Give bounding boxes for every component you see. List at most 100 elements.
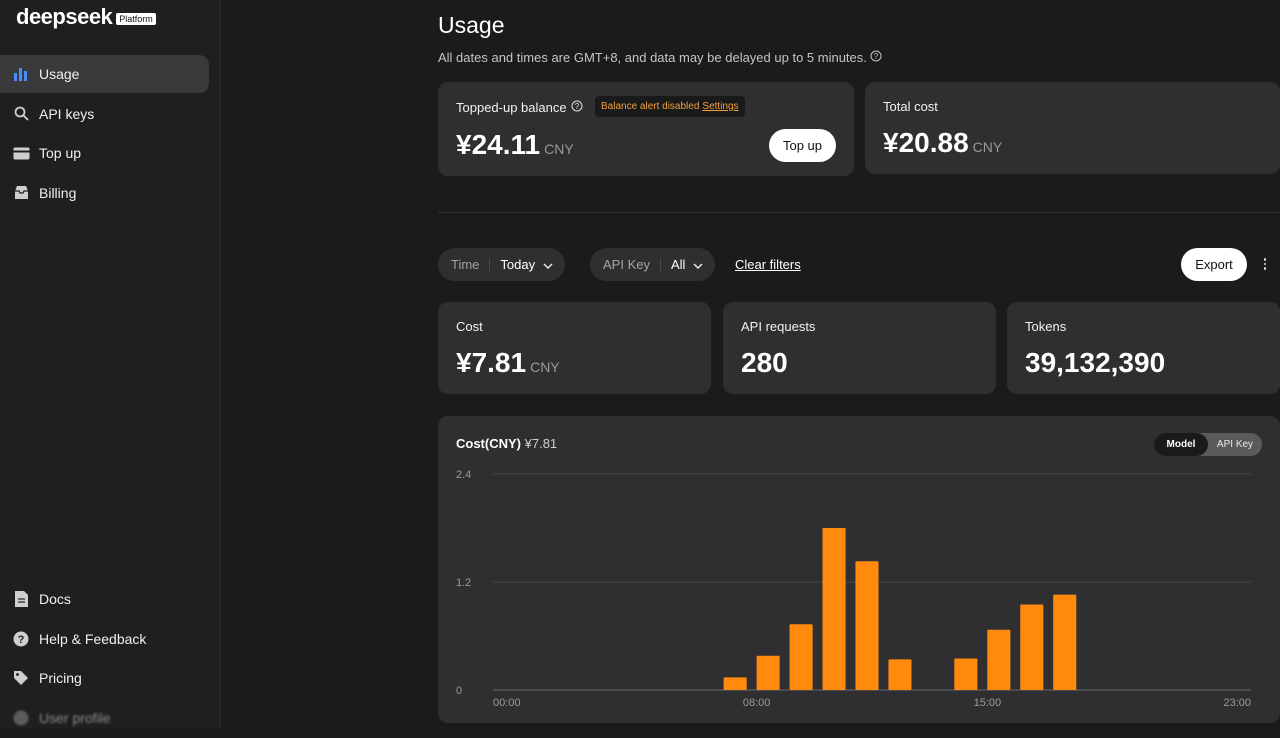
cost-stat-value: ¥7.81 CNY (456, 347, 560, 379)
sidebar-item-docs[interactable]: Docs (0, 580, 209, 618)
total-cost-label: Total cost (883, 99, 938, 114)
sidebar-item-label: Docs (39, 591, 71, 607)
cost-stat-unit: CNY (530, 359, 560, 375)
api-key-filter-value: All (670, 257, 686, 272)
search-icon (12, 105, 30, 123)
help-circle-icon[interactable]: ? (571, 100, 583, 115)
balance-unit: CNY (544, 141, 574, 157)
chart-group-toggle: Model API Key (1154, 433, 1262, 456)
total-cost-card: Total cost ¥20.88 CNY (865, 82, 1280, 174)
balance-alert-badge: Balance alert disabled Settings (595, 96, 745, 117)
requests-stat-label: API requests (741, 319, 816, 334)
page-title: Usage (438, 12, 505, 38)
sidebar-item-top-up[interactable]: Top up (0, 134, 209, 172)
tag-icon (12, 669, 30, 687)
avatar-icon (12, 709, 30, 727)
cost-bar-chart: 0 1.2 2.4 00:00 08:00 15:00 23:00 (456, 469, 1251, 709)
chart-bar (822, 528, 846, 690)
x-tick-label: 23:00 (1223, 697, 1251, 709)
inbox-icon (12, 184, 30, 202)
credit-card-icon (12, 144, 30, 162)
filter-separator (659, 258, 661, 271)
balance-amount: ¥24.11 (456, 129, 541, 160)
chart-bar (987, 629, 1011, 690)
sidebar-item-label: Billing (39, 184, 77, 201)
chart-bar (954, 658, 978, 690)
svg-text:?: ? (874, 52, 879, 61)
svg-text:?: ? (18, 634, 25, 646)
cost-stat-label: Cost (456, 319, 483, 334)
section-divider (438, 212, 1280, 213)
api-key-filter-label: API Key (603, 257, 650, 272)
clear-filters-link[interactable]: Clear filters (735, 257, 801, 272)
sidebar-item-label: Top up (39, 145, 82, 161)
sidebar-item-billing[interactable]: Billing (0, 174, 209, 212)
sidebar-item-profile[interactable]: User profile (0, 699, 209, 737)
sidebar-item-label: Pricing (39, 670, 82, 686)
balance-card: Topped-up balance ? Balance alert disabl… (438, 82, 854, 176)
help-icon: ? (12, 630, 30, 648)
sidebar-item-label: User profile (39, 709, 111, 726)
tokens-stat-value: 39,132,390 (1025, 347, 1166, 378)
time-filter-label: Time (451, 257, 480, 272)
tokens-stat-card: Tokens 39,132,390 (1007, 302, 1280, 394)
sidebar: deepseek Platform Usage API keys Top up (0, 0, 221, 729)
filter-separator (489, 258, 491, 271)
chart-bar (756, 655, 780, 690)
export-button[interactable]: Export (1181, 248, 1247, 281)
sidebar-item-pricing[interactable]: Pricing (0, 659, 209, 697)
toggle-model[interactable]: Model (1154, 433, 1208, 456)
api-key-filter[interactable]: API Key All (590, 248, 716, 281)
sidebar-nav: Usage API keys Top up Billing (0, 55, 221, 213)
balance-value: ¥24.11 CNY (456, 129, 574, 161)
chart-bar (723, 677, 747, 690)
chart-bar (1020, 604, 1044, 690)
total-cost-unit: CNY (972, 139, 1003, 155)
sidebar-bottom-nav: Docs ? Help & Feedback Pricing User prof… (0, 580, 221, 738)
cost-stat-amount: ¥7.81 (456, 347, 527, 378)
x-tick-label: 15:00 (974, 697, 1002, 709)
page-subtitle: All dates and times are GMT+8, and data … (438, 50, 882, 65)
alert-settings-link[interactable]: Settings (702, 101, 738, 112)
top-up-button[interactable]: Top up (769, 129, 836, 162)
subtitle-text: All dates and times are GMT+8, and data … (438, 50, 867, 65)
sidebar-item-usage[interactable]: Usage (0, 55, 209, 93)
toggle-api-key[interactable]: API Key (1208, 433, 1262, 456)
requests-stat-card: API requests 280 (723, 302, 996, 394)
chevron-down-icon (543, 257, 553, 272)
sidebar-item-help[interactable]: ? Help & Feedback (0, 620, 209, 658)
alert-text: Balance alert disabled (601, 101, 700, 112)
y-tick-label: 1.2 (456, 577, 471, 589)
balance-label: Topped-up balance ? (456, 100, 583, 115)
logo-wordmark: deepseek (16, 4, 113, 29)
tokens-stat-label: Tokens (1025, 319, 1067, 334)
requests-stat-value: 280 (741, 347, 788, 378)
svg-text:?: ? (574, 102, 579, 111)
chart-bar (888, 659, 912, 690)
total-cost-amount: ¥20.88 (883, 127, 969, 158)
time-filter-value: Today (500, 257, 536, 272)
y-tick-label: 0 (456, 685, 462, 697)
chart-bar (1053, 594, 1077, 690)
balance-label-text: Topped-up balance (456, 100, 567, 115)
sidebar-item-label: Help & Feedback (39, 630, 147, 647)
sidebar-item-api-keys[interactable]: API keys (0, 95, 209, 133)
bar-chart-icon (12, 65, 30, 83)
chevron-down-icon (693, 257, 703, 272)
chart-bar (855, 561, 879, 690)
cost-chart-card: Cost(CNY) ¥7.81 0 1.2 2.4 00:00 08:00 15:00 23… (438, 416, 1280, 723)
logo-badge: Platform (116, 13, 156, 25)
cost-stat-card: Cost ¥7.81 CNY (438, 302, 711, 394)
sidebar-item-label: Usage (39, 66, 80, 82)
sidebar-item-label: API keys (39, 105, 95, 122)
help-circle-icon[interactable]: ? (870, 50, 882, 65)
time-filter[interactable]: Time Today (438, 248, 566, 281)
x-tick-label: 08:00 (743, 697, 771, 709)
x-tick-label: 00:00 (493, 697, 521, 709)
more-options-icon[interactable] (1260, 254, 1270, 274)
y-tick-label: 2.4 (456, 469, 471, 481)
logo[interactable]: deepseek Platform (16, 4, 156, 30)
document-icon (12, 590, 30, 608)
total-cost-value: ¥20.88 CNY (883, 127, 1002, 159)
chart-bar (789, 624, 813, 690)
